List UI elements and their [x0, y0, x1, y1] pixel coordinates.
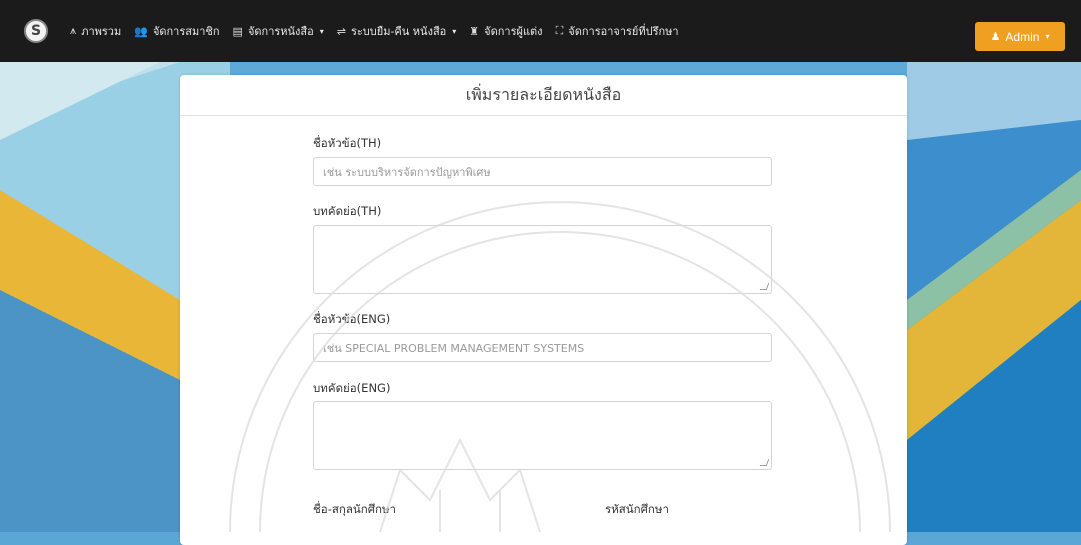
abstract-en-label: บทคัดย่อ(ENG)	[313, 381, 391, 395]
chart-line-icon: ⩚	[70, 24, 77, 37]
nav-item-authors[interactable]: ♜ จัดการผู้แต่ง	[469, 22, 542, 40]
abstract-th-label: บทคัดย่อ(TH)	[313, 204, 382, 218]
title-th-label: ชื่อหัวข้อ(TH)	[313, 136, 382, 150]
abstract-en-textarea[interactable]	[313, 401, 772, 470]
advisor-icon: ⛶	[555, 24, 564, 37]
resize-handle-icon[interactable]	[759, 459, 770, 466]
top-navbar: S ⩚ ภาพรวม 👥 จัดการสมาชิก ▤ จัดการหนังสื…	[0, 0, 1081, 62]
nav-menu: ⩚ ภาพรวม 👥 จัดการสมาชิก ▤ จัดการหนังสือ …	[70, 22, 692, 40]
nav-item-label: จัดการอาจารย์ที่ปรึกษา	[568, 25, 679, 38]
student-id-label: รหัสนักศึกษา	[605, 502, 669, 516]
chevron-down-icon: ▾	[452, 26, 457, 36]
nav-item-label: จัดการสมาชิก	[152, 25, 220, 38]
form-title: เพิ่มรายละเอียดหนังสือ	[465, 85, 622, 104]
resize-handle-icon[interactable]	[759, 283, 770, 290]
app-logo[interactable]: S	[24, 19, 48, 43]
admin-menu-button[interactable]: ♟ Admin ▾	[975, 22, 1065, 51]
nav-item-books[interactable]: ▤ จัดการหนังสือ ▾	[233, 22, 324, 40]
nav-item-label: ภาพรวม	[81, 25, 122, 38]
chevron-down-icon: ▾	[1045, 32, 1050, 41]
abstract-th-textarea[interactable]	[313, 225, 772, 294]
nav-item-label: จัดการหนังสือ	[247, 25, 314, 38]
add-book-form-card: เพิ่มรายละเอียดหนังสือ ชื่อหัวข้อ(TH) เช…	[180, 75, 907, 545]
student-name-label: ชื่อ-สกุลนักศึกษา	[313, 502, 397, 516]
nav-item-members[interactable]: 👥 จัดการสมาชิก	[134, 22, 219, 40]
users-icon: 👥	[134, 24, 148, 38]
title-th-placeholder: เช่น ระบบบริหารจัดการปัญหาพิเศษ	[323, 165, 491, 179]
nav-item-label: จัดการผู้แต่ง	[484, 25, 543, 38]
title-th-input[interactable]: เช่น ระบบบริหารจัดการปัญหาพิเศษ	[313, 157, 772, 186]
admin-label: Admin	[1005, 29, 1040, 44]
title-en-label: ชื่อหัวข้อ(ENG)	[313, 312, 391, 326]
user-icon: ♟	[990, 31, 1001, 43]
nav-item-overview[interactable]: ⩚ ภาพรวม	[70, 22, 121, 40]
user-author-icon: ♜	[469, 24, 480, 38]
title-divider	[180, 115, 907, 116]
logo-letter: S	[30, 23, 42, 39]
nav-item-advisors[interactable]: ⛶ จัดการอาจารย์ที่ปรึกษา	[556, 22, 679, 40]
nav-item-label: ระบบยืม-คืน หนังสือ	[350, 25, 447, 38]
title-en-input[interactable]: เช่น SPECIAL PROBLEM MANAGEMENT SYSTEMS	[313, 333, 772, 362]
title-en-placeholder: เช่น SPECIAL PROBLEM MANAGEMENT SYSTEMS	[323, 341, 585, 355]
chevron-down-icon: ▾	[319, 26, 324, 36]
exchange-icon: ⇌	[336, 24, 346, 38]
book-icon: ▤	[232, 24, 243, 38]
nav-item-borrow-return[interactable]: ⇌ ระบบยืม-คืน หนังสือ ▾	[337, 22, 457, 40]
